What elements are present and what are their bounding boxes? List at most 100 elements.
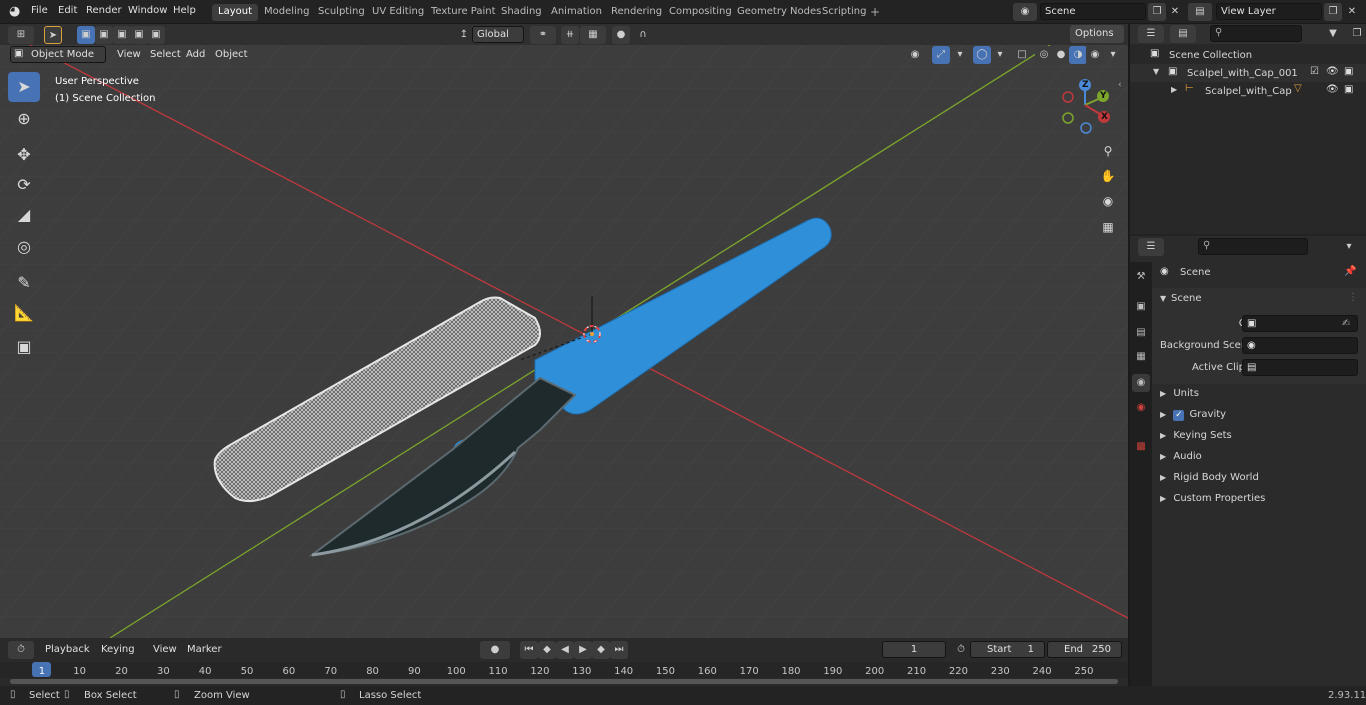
display-mode-icon[interactable]: ▤ <box>1170 25 1196 43</box>
area-divider[interactable] <box>1128 24 1130 686</box>
measure-tool[interactable]: 📐 <box>8 298 40 328</box>
tab-texture-paint[interactable]: Texture Paint <box>425 4 502 21</box>
view-layer-field[interactable]: View Layer <box>1216 3 1322 20</box>
material-shading-icon[interactable]: ◑ <box>1069 46 1087 64</box>
editor-type-icon[interactable]: ⊞ <box>8 26 34 44</box>
snap-target-icon[interactable]: ▦ <box>580 26 606 44</box>
select-intersect-icon[interactable]: ▣ <box>147 26 165 44</box>
camera-gizmo-icon[interactable]: ◉ <box>1096 189 1120 213</box>
units-panel[interactable]: ▶ Units <box>1152 384 1366 404</box>
snap-icon[interactable]: ⧺ <box>561 26 579 44</box>
timeline-view-menu[interactable]: View <box>148 641 182 659</box>
pivot-point-icon[interactable]: ⚭ <box>530 26 556 44</box>
tab-uv-editing[interactable]: UV Editing <box>366 4 430 21</box>
scene-tab-icon[interactable]: ◉ <box>1132 374 1150 392</box>
solid-shading-icon[interactable]: ● <box>1052 46 1070 64</box>
outliner-row[interactable]: ▼ ▣ Scalpel_with_Cap_001 ☑ 👁 ▣ <box>1130 64 1366 82</box>
gravity-panel[interactable]: ▶ ✓ Gravity <box>1152 405 1366 425</box>
gizmo-dropdown-icon[interactable]: ▾ <box>951 46 969 64</box>
camera-render-icon[interactable]: ▣ <box>1344 66 1353 77</box>
play-icon[interactable]: ▶ <box>574 641 592 659</box>
menu-render[interactable]: Render <box>86 5 122 16</box>
outliner-editor-type-icon[interactable]: ☰ <box>1138 25 1164 43</box>
tab-modeling[interactable]: Modeling <box>258 4 316 21</box>
expand-down-icon[interactable]: ▼ <box>1153 67 1159 76</box>
start-frame-field[interactable]: Start 1 <box>970 641 1045 658</box>
jump-start-icon[interactable]: ⏮ <box>520 641 538 659</box>
cursor-tool[interactable]: ⊕ <box>8 104 40 134</box>
rotate-tool[interactable]: ⟳ <box>8 170 40 200</box>
pan-gizmo-icon[interactable]: ✋ <box>1096 164 1120 188</box>
select-subtract-icon[interactable]: ▣ <box>113 26 131 44</box>
add-menu[interactable]: Add <box>181 46 210 64</box>
gravity-checkbox[interactable]: ✓ <box>1173 410 1185 421</box>
add-workspace-icon[interactable]: + <box>870 5 880 19</box>
background-scene-field[interactable]: ◉ <box>1242 337 1358 354</box>
select-invert-icon[interactable]: ▣ <box>130 26 148 44</box>
keying-menu[interactable]: Keying <box>96 641 140 659</box>
view-menu[interactable]: View <box>112 46 146 64</box>
new-scene-icon[interactable]: ❐ <box>1148 3 1166 21</box>
collapse-down-icon[interactable]: ▼ <box>1160 294 1166 303</box>
render-tab-icon[interactable]: ▣ <box>1132 298 1150 316</box>
menu-window[interactable]: Window <box>128 5 167 16</box>
view-layer-browse-icon[interactable]: ▤ <box>1188 3 1212 21</box>
overlay-toggle-icon[interactable]: ◯ <box>973 46 991 64</box>
shading-dropdown-icon[interactable]: ▾ <box>1104 46 1122 64</box>
timeline-scrollbar[interactable] <box>10 679 1118 684</box>
proportional-edit-icon[interactable]: ● <box>612 26 630 44</box>
pin-icon[interactable]: 📌 <box>1344 266 1356 277</box>
camera-render-icon[interactable]: ▣ <box>1344 84 1353 95</box>
move-tool[interactable]: ✥ <box>8 140 40 170</box>
visibility-filter-icon[interactable]: ◉ <box>902 46 928 64</box>
menu-file[interactable]: File <box>31 5 48 16</box>
current-frame-field[interactable]: 1 <box>882 641 946 658</box>
world-tab-icon[interactable]: ◉ <box>1132 399 1150 417</box>
tool-tab-icon[interactable]: ⚒ <box>1132 268 1150 286</box>
tab-layout[interactable]: Layout <box>212 4 258 21</box>
select-tool-icon[interactable]: ➤ <box>44 26 62 44</box>
exclude-checkbox-icon[interactable]: ☑ <box>1310 66 1319 77</box>
outliner-row[interactable]: ▶ ⊢ Scalpel_with_Cap ▽ 👁 ▣ <box>1130 82 1366 100</box>
outliner-row-scene-collection[interactable]: ▣ Scene Collection <box>1130 46 1366 64</box>
add-cube-tool[interactable]: ▣ <box>8 332 40 362</box>
playback-menu[interactable]: Playback <box>40 641 95 659</box>
custom-properties-panel[interactable]: ▶ Custom Properties <box>1152 489 1366 509</box>
xray-toggle-icon[interactable]: □ <box>1013 46 1031 64</box>
timeline-editor-type-icon[interactable]: ⏱ <box>8 641 34 659</box>
camera-field[interactable]: ▣ <box>1242 315 1358 332</box>
eye-icon[interactable]: 👁 <box>1326 66 1339 77</box>
filter-icon[interactable]: ▼ <box>1320 25 1346 43</box>
drag-handle-icon[interactable]: ⋮ <box>1348 292 1358 303</box>
annotate-tool[interactable]: ✎ <box>8 268 40 298</box>
rigid-body-world-panel[interactable]: ▶ Rigid Body World <box>1152 468 1366 488</box>
select-new-icon[interactable]: ▣ <box>77 26 95 44</box>
mode-dropdown[interactable]: Object Mode <box>10 46 106 63</box>
select-box-tool[interactable]: ➤ <box>8 72 40 102</box>
transform-orientation-dropdown[interactable]: Global <box>472 26 524 43</box>
tab-shading[interactable]: Shading <box>495 4 548 21</box>
next-keyframe-icon[interactable]: ◆ <box>592 641 610 659</box>
view-layer-tab-icon[interactable]: ▦ <box>1132 348 1150 366</box>
preview-range-icon[interactable]: ⏱ <box>952 641 970 659</box>
tab-geometry-nodes[interactable]: Geometry Nodes <box>731 4 827 21</box>
tab-sculpting[interactable]: Sculpting <box>312 4 371 21</box>
select-extend-icon[interactable]: ▣ <box>95 26 113 44</box>
rendered-shading-icon[interactable]: ◉ <box>1086 46 1104 64</box>
menu-help[interactable]: Help <box>173 5 196 16</box>
falloff-icon[interactable]: ∩ <box>630 26 656 44</box>
properties-options-icon[interactable]: ▾ <box>1340 238 1358 256</box>
select-menu[interactable]: Select <box>145 46 186 64</box>
prev-keyframe-icon[interactable]: ◆ <box>538 641 556 659</box>
navigation-gizmo[interactable] <box>1055 75 1125 145</box>
audio-panel[interactable]: ▶ Audio <box>1152 447 1366 467</box>
3d-viewport[interactable]: Object Mode ▣ View Select Add Object ◉ ⤢… <box>0 45 1128 638</box>
texture-tab-icon[interactable]: ▩ <box>1132 438 1150 456</box>
scene-browse-icon[interactable]: ◉ <box>1013 3 1037 21</box>
tab-compositing[interactable]: Compositing <box>663 4 738 21</box>
options-dropdown[interactable]: Options <box>1070 25 1124 43</box>
properties-editor-type-icon[interactable]: ☰ <box>1138 238 1164 256</box>
scale-tool[interactable]: ◢ <box>8 200 40 230</box>
gizmo-toggle-icon[interactable]: ⤢ <box>932 46 950 64</box>
transform-tool[interactable]: ◎ <box>8 232 40 262</box>
